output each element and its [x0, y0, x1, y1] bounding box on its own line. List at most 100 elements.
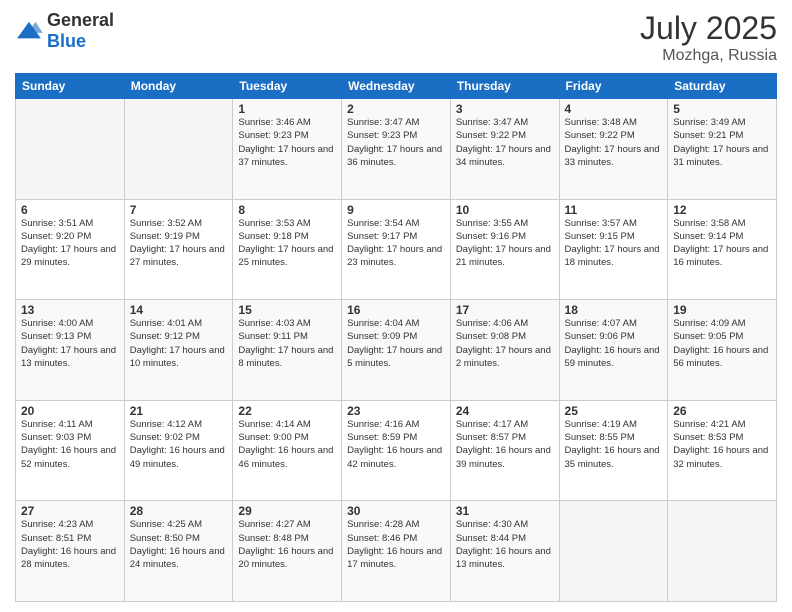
logo-general: General: [47, 10, 114, 30]
calendar-cell: 24Sunrise: 4:17 AM Sunset: 8:57 PM Dayli…: [450, 400, 559, 501]
calendar-cell: 4Sunrise: 3:48 AM Sunset: 9:22 PM Daylig…: [559, 99, 668, 200]
calendar-cell: 17Sunrise: 4:06 AM Sunset: 9:08 PM Dayli…: [450, 300, 559, 401]
day-of-week-header: Saturday: [668, 74, 777, 99]
calendar-cell: 26Sunrise: 4:21 AM Sunset: 8:53 PM Dayli…: [668, 400, 777, 501]
calendar-cell: 9Sunrise: 3:54 AM Sunset: 9:17 PM Daylig…: [342, 199, 451, 300]
day-number: 16: [347, 303, 445, 317]
day-number: 21: [130, 404, 228, 418]
day-number: 10: [456, 203, 554, 217]
day-number: 19: [673, 303, 771, 317]
day-number: 26: [673, 404, 771, 418]
day-number: 11: [565, 203, 663, 217]
day-info: Sunrise: 4:07 AM Sunset: 9:06 PM Dayligh…: [565, 317, 663, 370]
day-number: 6: [21, 203, 119, 217]
calendar-cell: 6Sunrise: 3:51 AM Sunset: 9:20 PM Daylig…: [16, 199, 125, 300]
calendar-cell: [559, 501, 668, 602]
calendar-cell: 21Sunrise: 4:12 AM Sunset: 9:02 PM Dayli…: [124, 400, 233, 501]
day-info: Sunrise: 4:19 AM Sunset: 8:55 PM Dayligh…: [565, 418, 663, 471]
day-info: Sunrise: 4:06 AM Sunset: 9:08 PM Dayligh…: [456, 317, 554, 370]
calendar-cell: 10Sunrise: 3:55 AM Sunset: 9:16 PM Dayli…: [450, 199, 559, 300]
calendar-cell: 31Sunrise: 4:30 AM Sunset: 8:44 PM Dayli…: [450, 501, 559, 602]
day-info: Sunrise: 4:16 AM Sunset: 8:59 PM Dayligh…: [347, 418, 445, 471]
day-number: 5: [673, 102, 771, 116]
day-number: 4: [565, 102, 663, 116]
day-info: Sunrise: 4:11 AM Sunset: 9:03 PM Dayligh…: [21, 418, 119, 471]
calendar-cell: 1Sunrise: 3:46 AM Sunset: 9:23 PM Daylig…: [233, 99, 342, 200]
day-number: 22: [238, 404, 336, 418]
day-info: Sunrise: 4:27 AM Sunset: 8:48 PM Dayligh…: [238, 518, 336, 571]
day-number: 3: [456, 102, 554, 116]
day-of-week-header: Tuesday: [233, 74, 342, 99]
day-number: 17: [456, 303, 554, 317]
calendar-cell: 3Sunrise: 3:47 AM Sunset: 9:22 PM Daylig…: [450, 99, 559, 200]
calendar-cell: 22Sunrise: 4:14 AM Sunset: 9:00 PM Dayli…: [233, 400, 342, 501]
day-number: 23: [347, 404, 445, 418]
day-info: Sunrise: 3:46 AM Sunset: 9:23 PM Dayligh…: [238, 116, 336, 169]
day-of-week-header: Thursday: [450, 74, 559, 99]
day-number: 18: [565, 303, 663, 317]
day-info: Sunrise: 4:25 AM Sunset: 8:50 PM Dayligh…: [130, 518, 228, 571]
day-info: Sunrise: 3:48 AM Sunset: 9:22 PM Dayligh…: [565, 116, 663, 169]
calendar-cell: [124, 99, 233, 200]
day-info: Sunrise: 3:52 AM Sunset: 9:19 PM Dayligh…: [130, 217, 228, 270]
day-number: 25: [565, 404, 663, 418]
calendar-cell: 2Sunrise: 3:47 AM Sunset: 9:23 PM Daylig…: [342, 99, 451, 200]
day-info: Sunrise: 4:12 AM Sunset: 9:02 PM Dayligh…: [130, 418, 228, 471]
day-info: Sunrise: 3:49 AM Sunset: 9:21 PM Dayligh…: [673, 116, 771, 169]
day-of-week-header: Wednesday: [342, 74, 451, 99]
day-info: Sunrise: 4:23 AM Sunset: 8:51 PM Dayligh…: [21, 518, 119, 571]
day-info: Sunrise: 4:17 AM Sunset: 8:57 PM Dayligh…: [456, 418, 554, 471]
days-header-row: SundayMondayTuesdayWednesdayThursdayFrid…: [16, 74, 777, 99]
day-of-week-header: Friday: [559, 74, 668, 99]
day-info: Sunrise: 4:30 AM Sunset: 8:44 PM Dayligh…: [456, 518, 554, 571]
calendar-week-row: 20Sunrise: 4:11 AM Sunset: 9:03 PM Dayli…: [16, 400, 777, 501]
location: Mozhga, Russia: [640, 47, 777, 65]
calendar-cell: 5Sunrise: 3:49 AM Sunset: 9:21 PM Daylig…: [668, 99, 777, 200]
calendar-cell: 27Sunrise: 4:23 AM Sunset: 8:51 PM Dayli…: [16, 501, 125, 602]
logo: General Blue: [15, 10, 114, 52]
calendar-cell: 25Sunrise: 4:19 AM Sunset: 8:55 PM Dayli…: [559, 400, 668, 501]
calendar-cell: 13Sunrise: 4:00 AM Sunset: 9:13 PM Dayli…: [16, 300, 125, 401]
day-number: 2: [347, 102, 445, 116]
day-number: 8: [238, 203, 336, 217]
day-number: 20: [21, 404, 119, 418]
calendar-cell: [16, 99, 125, 200]
day-number: 12: [673, 203, 771, 217]
day-info: Sunrise: 4:28 AM Sunset: 8:46 PM Dayligh…: [347, 518, 445, 571]
calendar-week-row: 6Sunrise: 3:51 AM Sunset: 9:20 PM Daylig…: [16, 199, 777, 300]
day-number: 24: [456, 404, 554, 418]
calendar-cell: 15Sunrise: 4:03 AM Sunset: 9:11 PM Dayli…: [233, 300, 342, 401]
day-info: Sunrise: 4:04 AM Sunset: 9:09 PM Dayligh…: [347, 317, 445, 370]
day-info: Sunrise: 3:47 AM Sunset: 9:22 PM Dayligh…: [456, 116, 554, 169]
calendar-week-row: 1Sunrise: 3:46 AM Sunset: 9:23 PM Daylig…: [16, 99, 777, 200]
day-info: Sunrise: 4:21 AM Sunset: 8:53 PM Dayligh…: [673, 418, 771, 471]
calendar-cell: 28Sunrise: 4:25 AM Sunset: 8:50 PM Dayli…: [124, 501, 233, 602]
day-number: 31: [456, 504, 554, 518]
header: General Blue July 2025 Mozhga, Russia: [15, 10, 777, 65]
logo-text: General Blue: [47, 10, 114, 52]
day-info: Sunrise: 3:54 AM Sunset: 9:17 PM Dayligh…: [347, 217, 445, 270]
calendar-cell: [668, 501, 777, 602]
calendar-body: 1Sunrise: 3:46 AM Sunset: 9:23 PM Daylig…: [16, 99, 777, 602]
calendar-cell: 20Sunrise: 4:11 AM Sunset: 9:03 PM Dayli…: [16, 400, 125, 501]
day-info: Sunrise: 3:51 AM Sunset: 9:20 PM Dayligh…: [21, 217, 119, 270]
calendar-cell: 30Sunrise: 4:28 AM Sunset: 8:46 PM Dayli…: [342, 501, 451, 602]
calendar-cell: 8Sunrise: 3:53 AM Sunset: 9:18 PM Daylig…: [233, 199, 342, 300]
logo-blue: Blue: [47, 31, 86, 51]
calendar-cell: 23Sunrise: 4:16 AM Sunset: 8:59 PM Dayli…: [342, 400, 451, 501]
month-year: July 2025: [640, 10, 777, 47]
title-block: July 2025 Mozhga, Russia: [640, 10, 777, 65]
calendar-cell: 16Sunrise: 4:04 AM Sunset: 9:09 PM Dayli…: [342, 300, 451, 401]
day-number: 13: [21, 303, 119, 317]
calendar-header: SundayMondayTuesdayWednesdayThursdayFrid…: [16, 74, 777, 99]
day-info: Sunrise: 3:57 AM Sunset: 9:15 PM Dayligh…: [565, 217, 663, 270]
day-info: Sunrise: 4:01 AM Sunset: 9:12 PM Dayligh…: [130, 317, 228, 370]
page: General Blue July 2025 Mozhga, Russia Su…: [0, 0, 792, 612]
calendar-cell: 29Sunrise: 4:27 AM Sunset: 8:48 PM Dayli…: [233, 501, 342, 602]
day-number: 1: [238, 102, 336, 116]
day-number: 7: [130, 203, 228, 217]
day-info: Sunrise: 3:53 AM Sunset: 9:18 PM Dayligh…: [238, 217, 336, 270]
calendar-cell: 12Sunrise: 3:58 AM Sunset: 9:14 PM Dayli…: [668, 199, 777, 300]
calendar-week-row: 13Sunrise: 4:00 AM Sunset: 9:13 PM Dayli…: [16, 300, 777, 401]
day-number: 29: [238, 504, 336, 518]
